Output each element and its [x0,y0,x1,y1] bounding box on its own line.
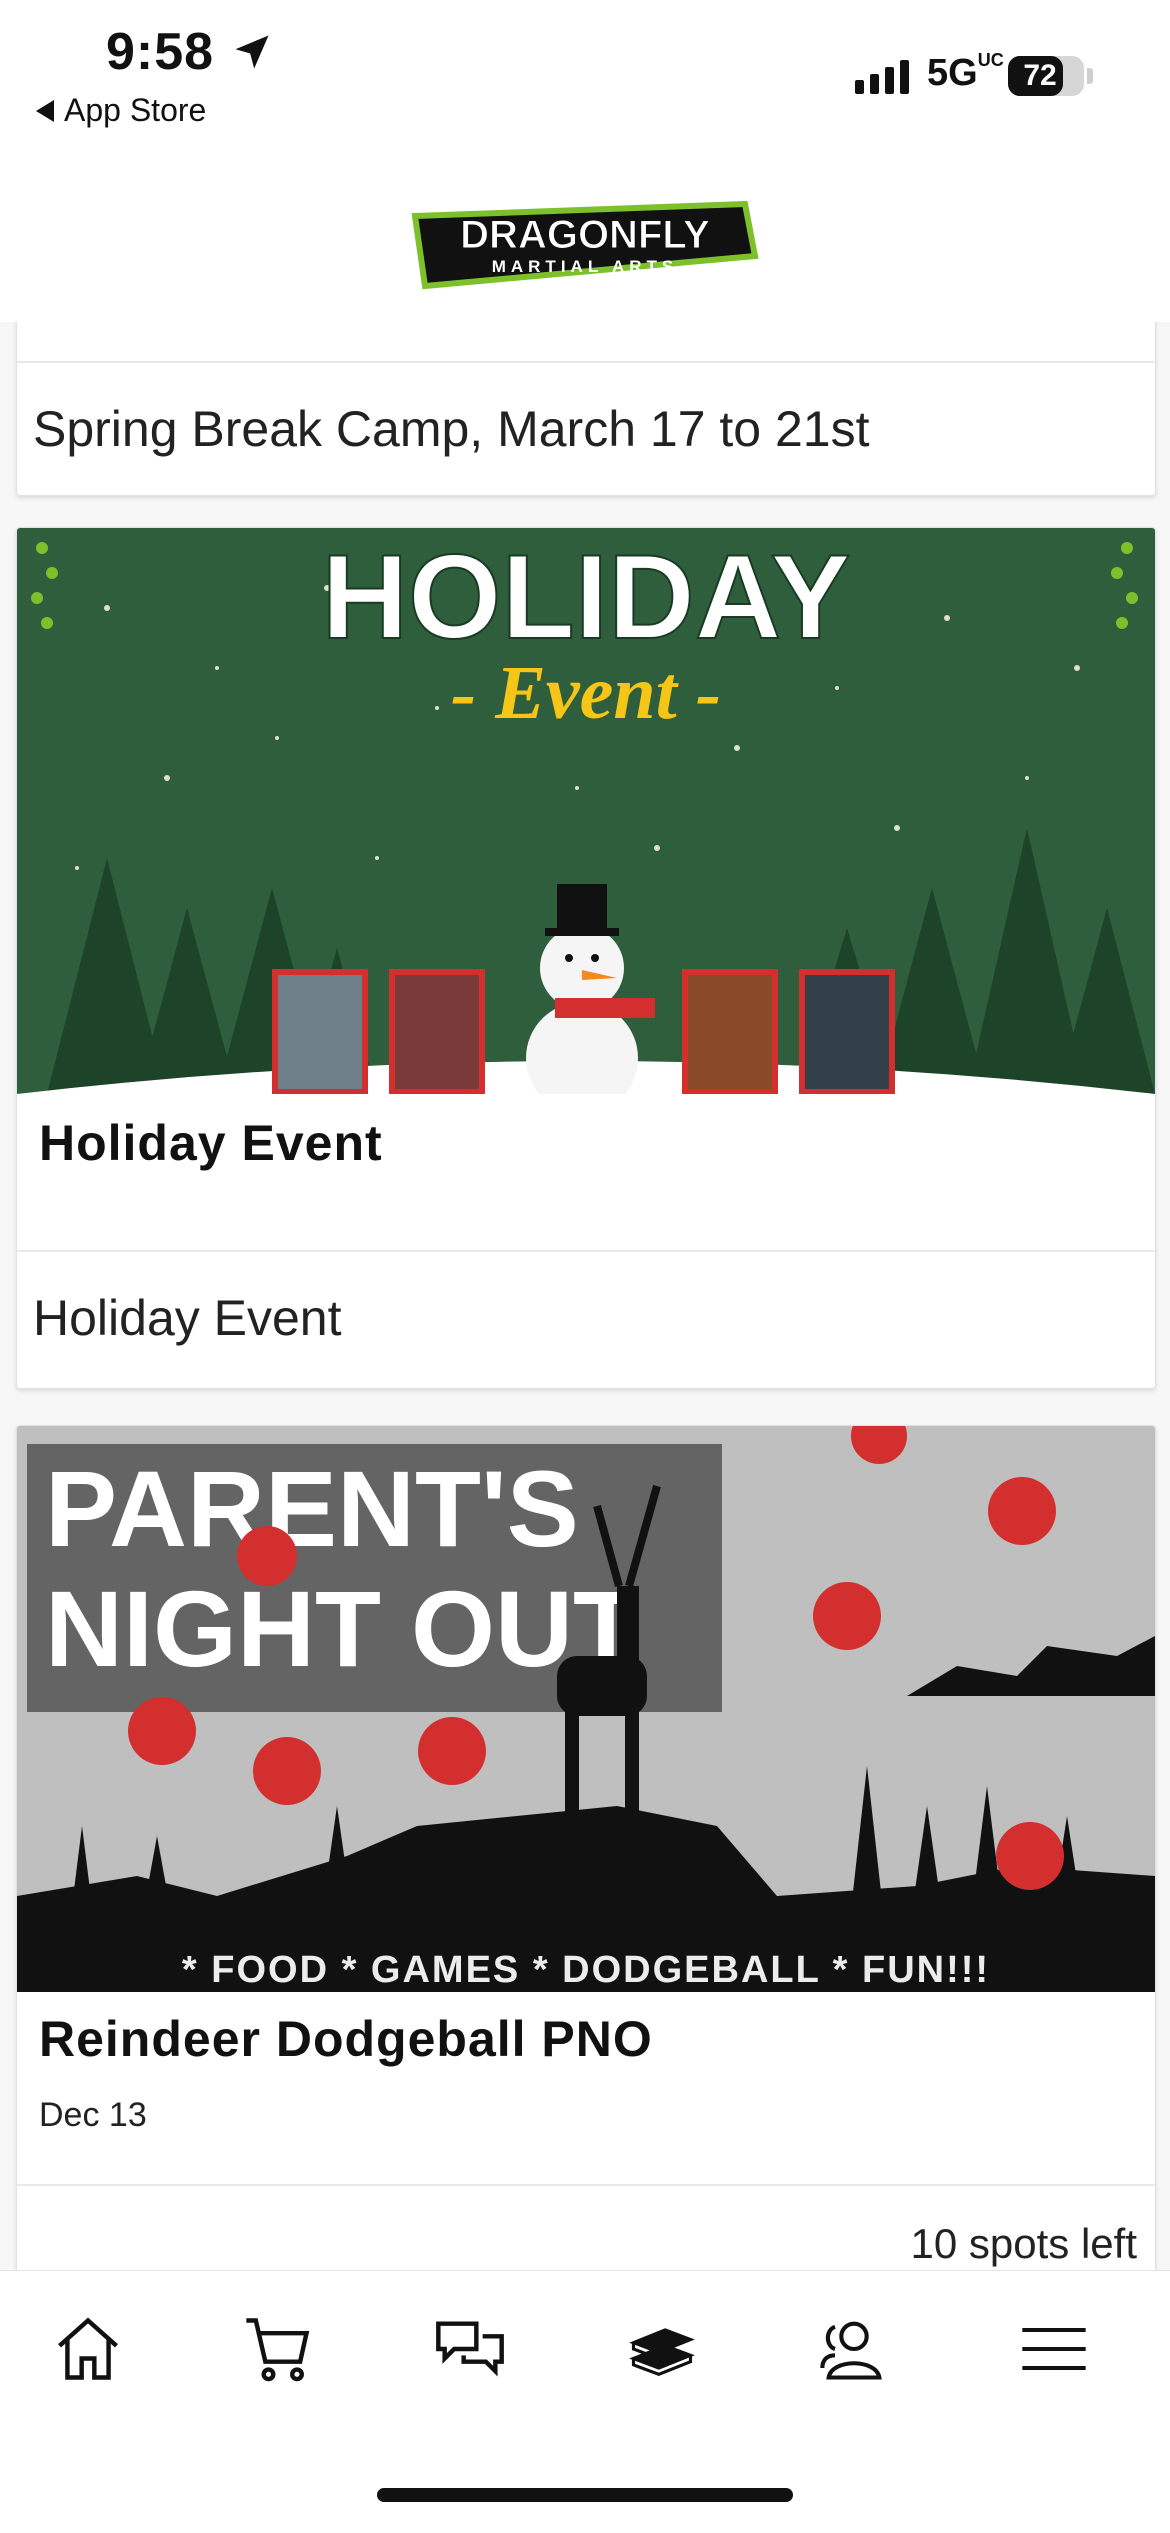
holiday-banner-subheadline: - Event - [451,651,721,735]
status-time: 9:58 [106,23,215,81]
logo-text-bottom: MARTIAL ARTS [492,257,679,276]
pno-footer-text: * FOOD * GAMES * DODGEBALL * FUN!!! [182,1949,990,1991]
battery-icon: 72 [1008,56,1084,96]
home-indicator[interactable] [377,2488,793,2502]
users-icon[interactable] [816,2311,892,2387]
menu-icon[interactable] [1016,2311,1092,2387]
home-icon[interactable] [50,2311,126,2387]
cart-icon[interactable] [240,2311,316,2387]
event-description: Spring Break Camp, March 17 to 21st [33,401,870,457]
network-indicator: 5GUC [927,50,1004,95]
holiday-banner-headline: HOLIDAY [322,530,851,664]
event-card-holiday[interactable]: HOLIDAY - Event - Holiday Event Holiday … [16,527,1156,1389]
network-label: 5G [927,52,978,94]
logo-text-top: DRAGONFLY [460,213,710,257]
event-description-row: Holiday Event [17,1250,1155,1384]
battery-percent: 72 [1023,59,1057,92]
holiday-title-row: Holiday Event [17,1094,1155,1180]
location-arrow-icon [235,35,269,69]
back-triangle-icon [36,99,54,122]
event-title: Reindeer Dodgeball PNO [39,2011,653,2067]
event-card-reindeer-dodgeball[interactable]: PARENT'S NIGHT OUT * FOOD * GAMES * DODG… [16,1425,1156,2270]
cell-signal-icon [855,58,909,94]
event-spots-left: 10 spots left [910,2220,1137,2267]
pno-date-row: Dec 13 [17,2076,1155,2184]
status-bar: 9:58 App Store 5GUC 72 [0,0,1170,160]
event-list[interactable]: Spring Break Camp, March 17 to 21st HOLI… [0,322,1170,2270]
holiday-date-row [17,1180,1155,1250]
event-description: Holiday Event [33,1290,342,1346]
back-app-label: App Store [64,92,207,128]
dragonfly-logo[interactable]: DRAGONFLY MARTIAL ARTS [405,196,765,292]
event-spots-row: 10 spots left [17,2184,1155,2270]
event-date: Dec 13 [39,2096,147,2134]
pno-title-row: Reindeer Dodgeball PNO [17,1992,1155,2076]
event-description-row: Spring Break Camp, March 17 to 21st [17,361,1155,495]
pno-headline-line2: NIGHT OUT [45,1568,639,1689]
chat-icon[interactable] [432,2311,508,2387]
parents-night-out-banner[interactable]: PARENT'S NIGHT OUT * FOOD * GAMES * DODG… [17,1426,1155,1992]
network-suffix: UC [977,50,1004,70]
event-title: Holiday Event [39,1115,383,1171]
holiday-event-banner[interactable]: HOLIDAY - Event - [17,528,1155,1094]
back-to-app-store[interactable]: App Store [36,92,206,129]
books-icon[interactable] [624,2311,700,2387]
app-header: DRAGONFLY MARTIAL ARTS [0,160,1170,323]
battery-tip [1087,68,1093,84]
event-card-spring-break[interactable]: Spring Break Camp, March 17 to 21st [16,322,1156,496]
pno-headline-line1: PARENT'S [45,1448,579,1569]
